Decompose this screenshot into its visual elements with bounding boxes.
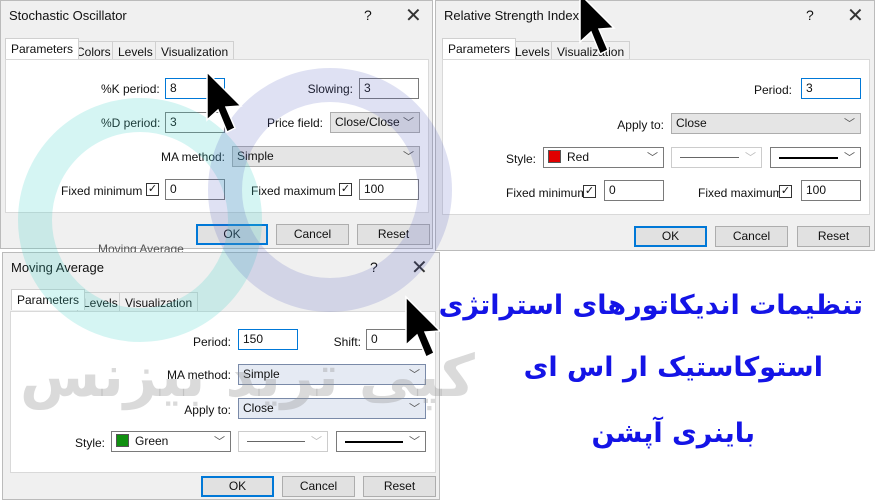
shift-label: Shift: — [333, 335, 361, 349]
ma-method-select[interactable]: Simple ﹀ — [238, 364, 426, 385]
chevron-down-icon: ﹀ — [403, 151, 414, 163]
chevron-down-icon: ﹀ — [647, 152, 658, 164]
caption-line-1: تنظیمات اندیکاتورهای استراتژی — [438, 290, 863, 321]
mouse-cursor-icon — [405, 295, 442, 359]
style-label: Style: — [74, 436, 105, 450]
period-label: Period: — [192, 335, 231, 349]
color-value: Red — [567, 150, 590, 164]
chevron-down-icon: ﹀ — [403, 117, 414, 129]
chevron-down-icon: ﹀ — [409, 369, 420, 381]
fixed-minimum-checkbox[interactable]: ✓ — [146, 183, 159, 196]
slowing-label: Slowing: — [307, 82, 353, 96]
price-field-label: Price field: — [266, 116, 323, 130]
fixed-maximum-input[interactable]: 100 — [359, 179, 419, 200]
moving-average-dialog: Moving Average ? ✕ Parameters Levels Vis… — [2, 252, 440, 500]
reset-button[interactable]: Reset — [357, 224, 430, 245]
fixed-maximum-checkbox[interactable]: ✓ — [779, 185, 792, 198]
line-width-preview — [779, 157, 838, 159]
chevron-down-icon: ﹀ — [409, 403, 420, 415]
ma-method-label: MA method: — [160, 150, 225, 164]
chevron-down-icon: ﹀ — [311, 436, 322, 448]
period-input[interactable]: 3 — [801, 78, 861, 99]
apply-to-value: Close — [243, 401, 274, 415]
fixed-minimum-label: Fixed minimum — [506, 186, 588, 200]
chevron-down-icon: ﹀ — [409, 436, 420, 448]
caption-line-2: استوکاستیک ار اس ای — [523, 352, 823, 383]
ok-button[interactable]: OK — [634, 226, 707, 247]
apply-to-label: Apply to: — [617, 118, 664, 132]
tab-parameters[interactable]: Parameters — [442, 38, 517, 59]
line-style-preview — [680, 157, 739, 158]
cancel-button[interactable]: Cancel — [715, 226, 788, 247]
line-width-preview — [345, 441, 403, 443]
help-button[interactable]: ? — [364, 7, 372, 23]
line-width-select[interactable]: ﹀ — [770, 147, 861, 168]
close-icon[interactable]: ✕ — [847, 3, 864, 28]
tab-parameters[interactable]: Parameters — [5, 38, 80, 59]
ok-button[interactable]: OK — [196, 224, 268, 245]
apply-to-value: Close — [676, 116, 707, 130]
chevron-down-icon: ﹀ — [844, 152, 855, 164]
color-value: Green — [135, 434, 169, 448]
cancel-button[interactable]: Cancel — [282, 476, 355, 497]
slowing-input[interactable]: 3 — [359, 78, 419, 99]
fixed-maximum-label: Fixed maximum — [251, 184, 336, 198]
ma-method-value: Simple — [237, 149, 274, 163]
caption-line-3: باینری آپشن — [591, 418, 755, 449]
ma-method-label: MA method: — [166, 368, 231, 382]
apply-to-select[interactable]: Close ﹀ — [238, 398, 426, 419]
ma-method-select[interactable]: Simple ﹀ — [232, 146, 420, 167]
close-icon[interactable]: ✕ — [405, 3, 422, 28]
fixed-maximum-input[interactable]: 100 — [801, 180, 861, 201]
fixed-minimum-checkbox[interactable]: ✓ — [583, 185, 596, 198]
reset-button[interactable]: Reset — [363, 476, 436, 497]
mouse-cursor-icon — [206, 70, 243, 134]
chevron-down-icon: ﹀ — [745, 152, 756, 164]
reset-button[interactable]: Reset — [797, 226, 870, 247]
color-select[interactable]: Green ﹀ — [111, 431, 231, 452]
mouse-cursor-icon — [579, 0, 616, 56]
help-button[interactable]: ? — [806, 7, 814, 23]
cancel-button[interactable]: Cancel — [276, 224, 349, 245]
apply-to-select[interactable]: Close ﹀ — [671, 113, 861, 134]
close-icon[interactable]: ✕ — [411, 255, 428, 280]
dialog-title: Moving Average — [11, 260, 104, 275]
dialog-title: Stochastic Oscillator — [9, 8, 127, 23]
price-field-select[interactable]: Close/Close ﹀ — [330, 112, 420, 133]
help-button[interactable]: ? — [370, 259, 378, 275]
rsi-dialog: Relative Strength Index ? ✕ Parameters L… — [435, 0, 875, 251]
line-style-select[interactable]: ﹀ — [671, 147, 762, 168]
style-label: Style: — [505, 152, 536, 166]
ok-button[interactable]: OK — [201, 476, 274, 497]
chevron-down-icon: ﹀ — [844, 118, 855, 130]
tab-parameters[interactable]: Parameters — [11, 289, 86, 310]
color-swatch — [548, 150, 561, 163]
fixed-minimum-label: Fixed minimum — [61, 184, 143, 198]
fixed-minimum-input[interactable]: 0 — [165, 179, 225, 200]
k-period-label: %K period: — [101, 82, 160, 96]
tab-visualization[interactable]: Visualization — [119, 292, 199, 311]
price-field-value: Close/Close — [335, 115, 400, 129]
line-style-select[interactable]: ﹀ — [238, 431, 328, 452]
period-label: Period: — [753, 83, 792, 97]
fixed-maximum-label: Fixed maximum — [698, 186, 783, 200]
color-swatch — [116, 434, 129, 447]
period-input[interactable]: 150 — [238, 329, 298, 350]
dialog-title: Relative Strength Index — [444, 8, 580, 23]
ma-method-value: Simple — [243, 367, 280, 381]
line-style-preview — [247, 441, 305, 442]
fixed-minimum-input[interactable]: 0 — [604, 180, 664, 201]
tab-visualization[interactable]: Visualization — [155, 41, 235, 60]
tab-levels[interactable]: Levels — [112, 41, 159, 60]
chevron-down-icon: ﹀ — [214, 436, 225, 448]
apply-to-label: Apply to: — [184, 403, 231, 417]
line-width-select[interactable]: ﹀ — [336, 431, 426, 452]
color-select[interactable]: Red ﹀ — [543, 147, 664, 168]
fixed-maximum-checkbox[interactable]: ✓ — [339, 183, 352, 196]
d-period-label: %D period: — [101, 116, 161, 130]
